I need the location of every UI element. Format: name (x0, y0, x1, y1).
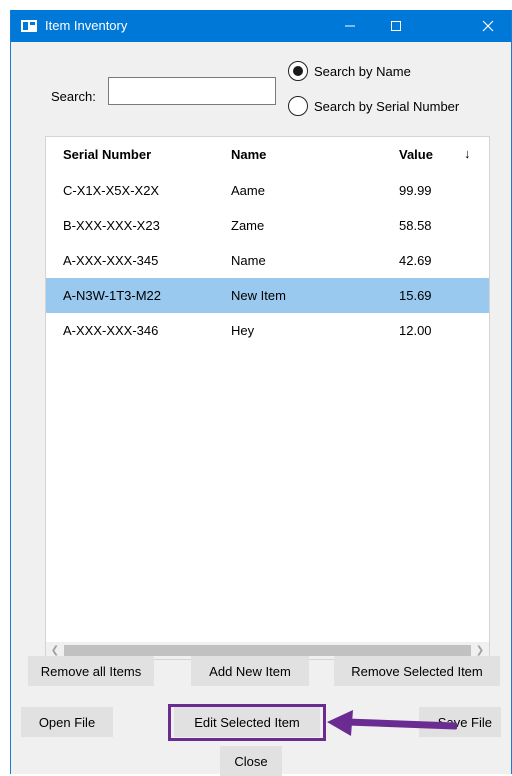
table-row[interactable]: C-X1X-X5X-X2X Aame 99.99 (46, 173, 489, 208)
cell-serial: C-X1X-X5X-X2X (63, 183, 160, 198)
minimize-button[interactable] (327, 10, 373, 42)
cell-name: Hey (231, 323, 255, 338)
inventory-table[interactable]: Serial Number Name Value ↓ C-X1X-X5X-X2X… (45, 136, 490, 660)
cell-value: 15.69 (399, 288, 432, 303)
close-button[interactable]: Close (220, 746, 282, 776)
cell-serial: A-XXX-XXX-346 (63, 323, 159, 338)
close-icon (482, 20, 494, 32)
cell-name: Name (231, 253, 266, 268)
table-header: Serial Number Name Value ↓ (46, 137, 489, 173)
scrollbar-thumb[interactable] (64, 645, 471, 656)
app-icon (21, 20, 37, 32)
cell-value: 12.00 (399, 323, 432, 338)
radio-circle-checked[interactable] (288, 61, 308, 81)
add-new-item-button[interactable]: Add New Item (191, 656, 309, 686)
column-header-name[interactable]: Name (231, 147, 266, 162)
annotation-highlight-box (168, 704, 326, 741)
app-window: Item Inventory Search: Search by Name Se… (10, 10, 512, 776)
minimize-icon (345, 25, 355, 27)
table-row[interactable]: A-XXX-XXX-346 Hey 12.00 (46, 313, 489, 348)
radio-search-by-name[interactable]: Search by Name (288, 61, 411, 81)
table-row[interactable]: B-XXX-XXX-X23 Zame 58.58 (46, 208, 489, 243)
table-row[interactable]: A-XXX-XXX-345 Name 42.69 (46, 243, 489, 278)
title-bar[interactable]: Item Inventory (11, 10, 511, 42)
open-file-button[interactable]: Open File (21, 707, 113, 737)
cell-serial: A-XXX-XXX-345 (63, 253, 159, 268)
maximize-button[interactable] (373, 10, 419, 42)
window-title: Item Inventory (45, 18, 128, 33)
radio-label-name: Search by Name (314, 63, 411, 79)
cell-serial: B-XXX-XXX-X23 (63, 218, 160, 233)
cell-value: 42.69 (399, 253, 432, 268)
remove-selected-item-button[interactable]: Remove Selected Item (334, 656, 500, 686)
sort-descending-icon: ↓ (464, 146, 471, 161)
cell-name: Zame (231, 218, 265, 233)
cell-name: New Item (231, 288, 286, 303)
cell-value: 58.58 (399, 218, 432, 233)
remove-all-items-button[interactable]: Remove all Items (28, 656, 154, 686)
search-label: Search: (51, 89, 96, 104)
cell-serial: A-N3W-1T3-M22 (63, 288, 162, 303)
radio-search-by-serial[interactable]: Search by Serial Number (288, 96, 459, 116)
radio-dot (293, 66, 303, 76)
close-window-button[interactable] (465, 10, 511, 42)
radio-circle-unchecked[interactable] (288, 96, 308, 116)
cell-value: 99.99 (399, 183, 432, 198)
column-header-serial[interactable]: Serial Number (63, 147, 151, 162)
search-input[interactable] (108, 77, 276, 105)
radio-label-serial: Search by Serial Number (314, 98, 460, 114)
column-header-value[interactable]: Value (399, 147, 433, 162)
maximize-icon (391, 21, 401, 31)
annotation-arrow-icon (327, 710, 457, 736)
cell-name: Aame (231, 183, 265, 198)
table-row-selected[interactable]: A-N3W-1T3-M22 New Item 15.69 (46, 278, 489, 313)
